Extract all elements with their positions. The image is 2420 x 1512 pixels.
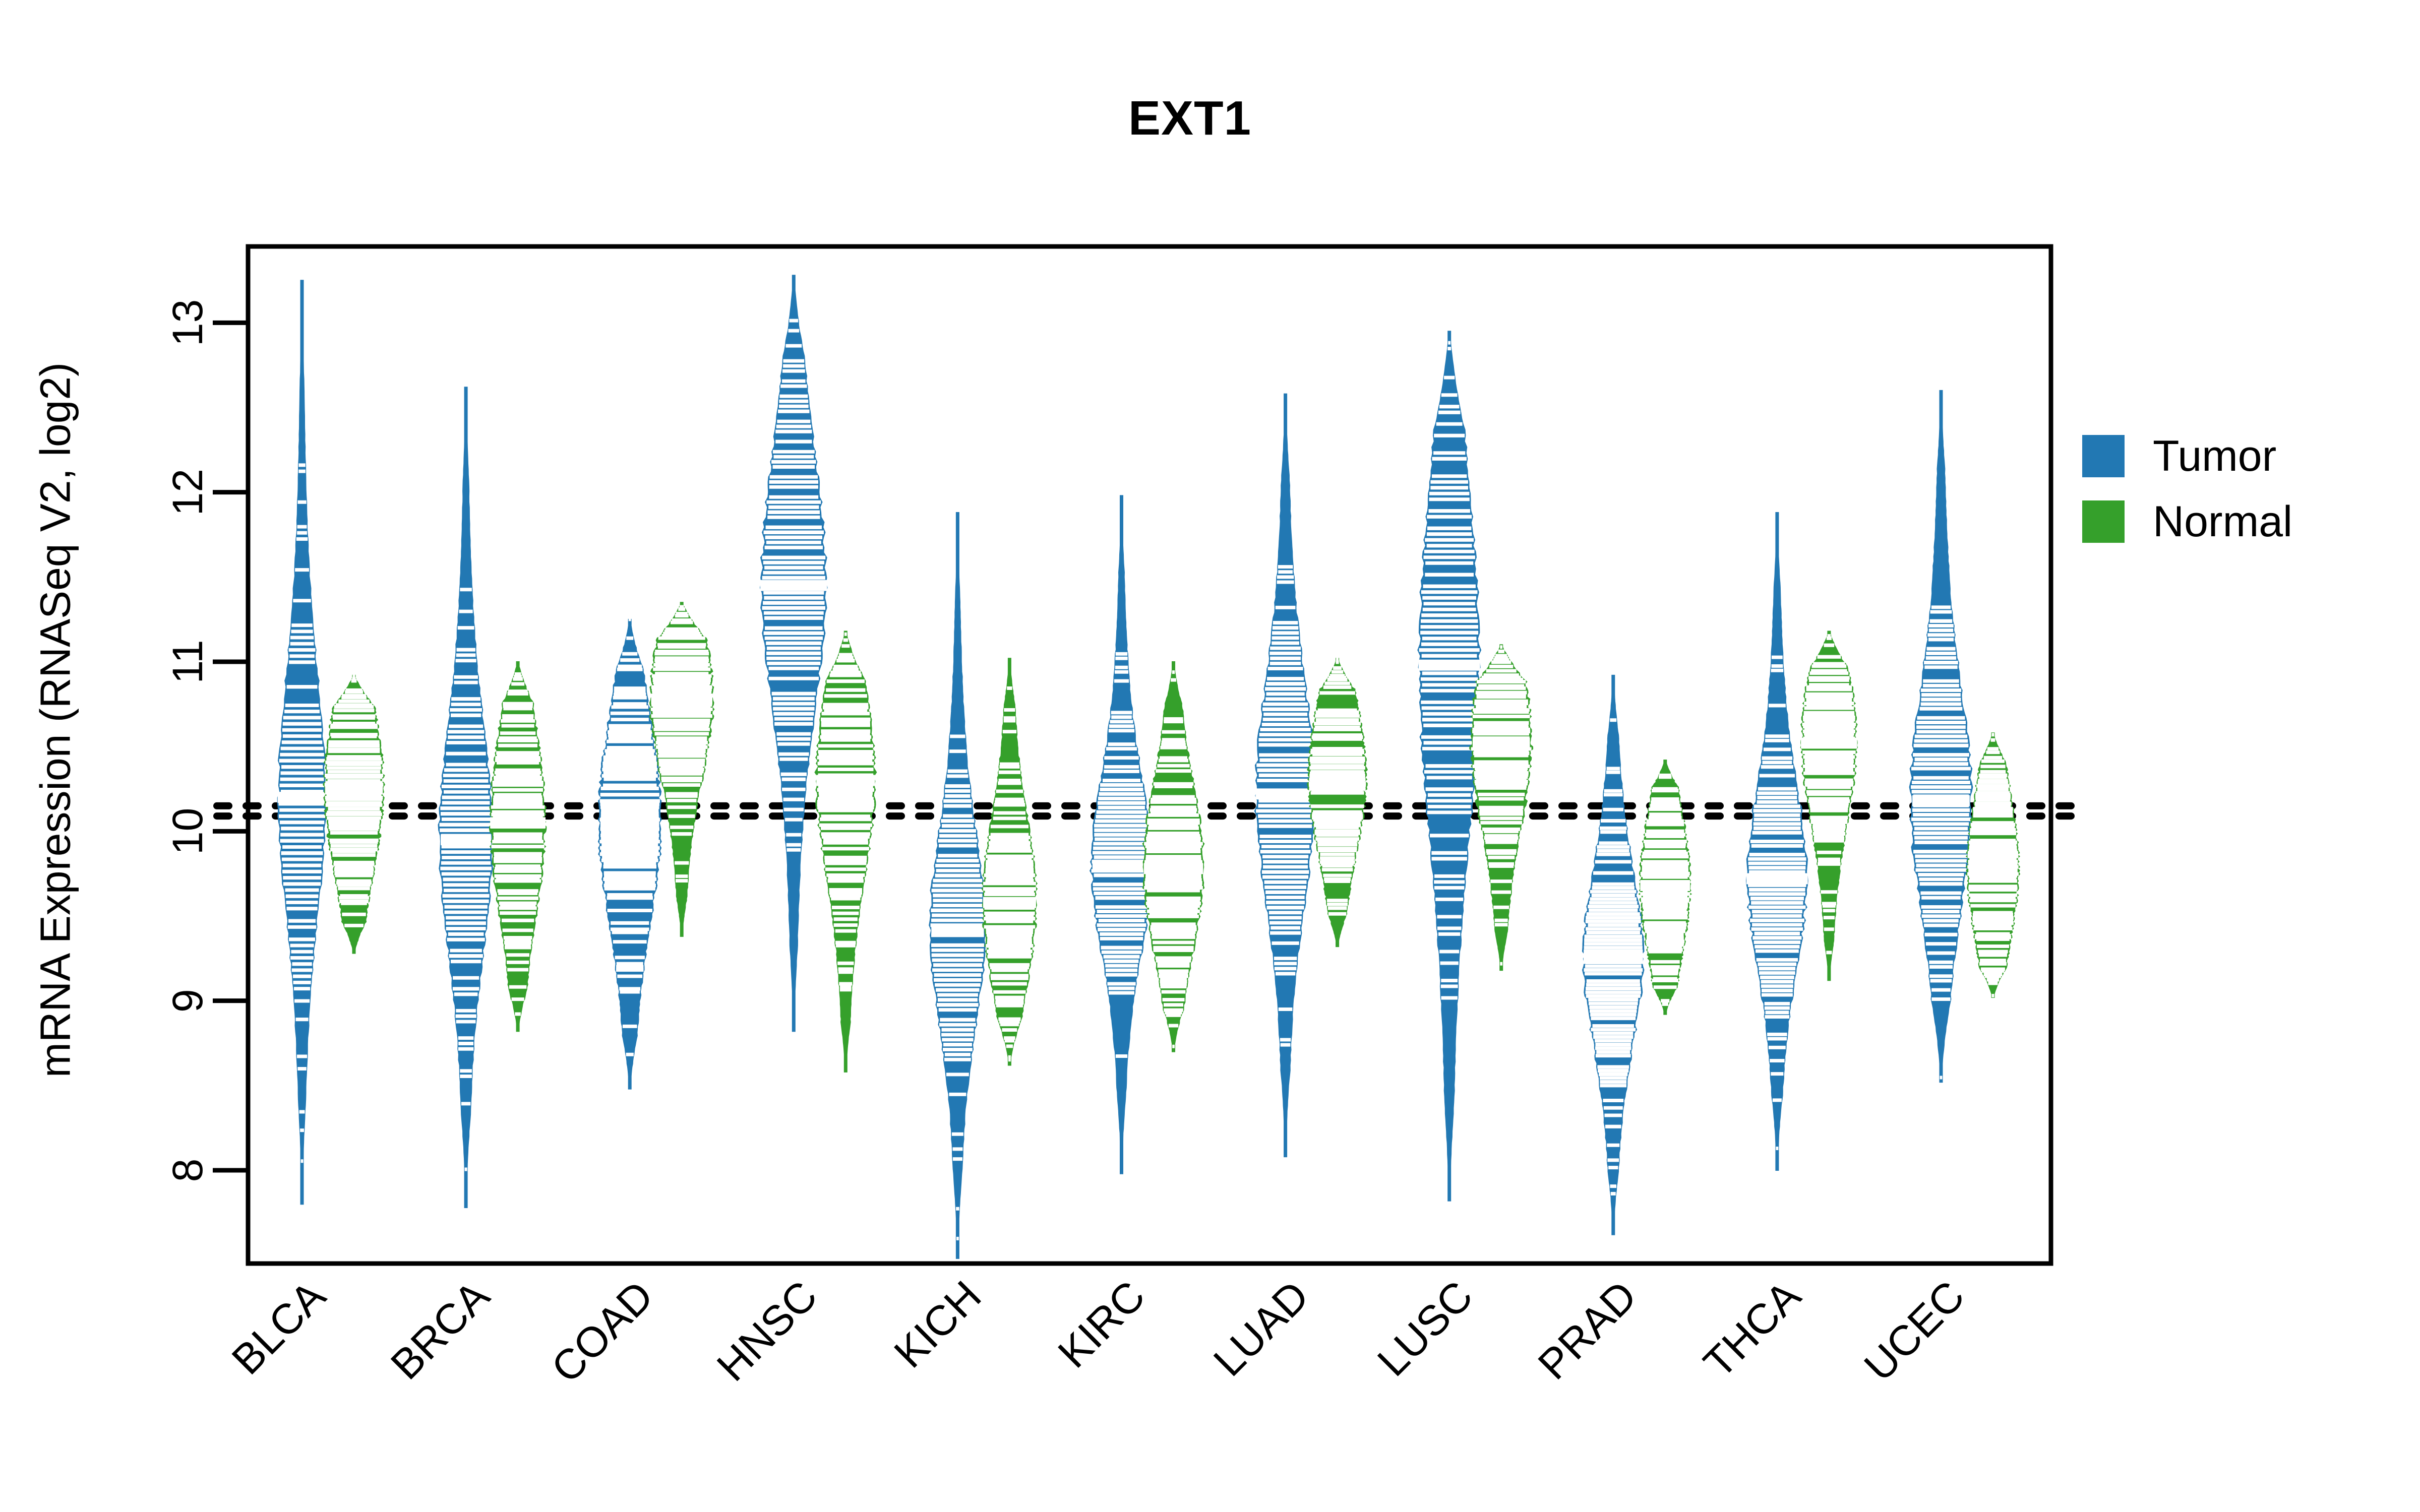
violin-normal-luad[interactable] [1307,656,1368,948]
violin-tumor-prad[interactable] [1582,674,1645,1235]
violin-tumor-blca[interactable] [277,280,327,1205]
x-axis: BLCA BRCA COAD HNSC KICH KIRC LUAD LUSC PRAD THCA… [223,1272,1974,1392]
y-tick-label: 8 [164,1159,211,1182]
violin-normal-kich[interactable] [981,658,1038,1066]
legend-item-normal[interactable]: Normal [2082,489,2292,554]
y-tick-label: 9 [164,989,211,1013]
legend-item-tumor[interactable]: Tumor [2082,423,2292,489]
x-tick-label-thca: THCA [1695,1272,1809,1387]
x-tick-label-hnsc: HNSC [708,1272,826,1390]
violin-normal-hnsc[interactable] [814,631,877,1073]
x-tick-label-brca: BRCA [382,1272,499,1389]
legend-swatch-normal [2082,500,2125,543]
y-tick-label: 13 [164,299,211,346]
x-tick-label-kich: KICH [885,1272,990,1376]
violin-tumor-kirc[interactable] [1089,495,1154,1174]
sample-rug [1802,634,1856,955]
violin-tumor-luad[interactable] [1254,393,1317,1158]
violin-normal-thca[interactable] [1800,631,1858,981]
x-tick-label-prad: PRAD [1529,1272,1646,1389]
y-tick-label: 10 [164,808,211,855]
x-tick-label-ucec: UCEC [1855,1272,1973,1390]
x-tick-label-blca: BLCA [223,1272,335,1383]
violin-plot-canvas: 8 9 10 11 12 13 BLCA BRCA COAD HNSC KICH KIRC LUAD LU… [164,244,2086,1392]
legend-swatch-tumor [2082,435,2125,477]
violin-tumor-brca[interactable] [438,387,494,1208]
y-tick-label: 12 [164,469,211,516]
legend-label-tumor: Tumor [2153,432,2277,480]
chart-legend: Tumor Normal [2082,423,2292,554]
x-tick-label-coad: COAD [542,1272,662,1392]
x-tick-label-lusc: LUSC [1368,1272,1482,1385]
violin-normal-kirc[interactable] [1142,661,1205,1052]
x-tick-label-luad: LUAD [1204,1272,1318,1385]
y-tick-label: 11 [164,640,211,683]
sample-rug [1256,565,1315,1047]
violin-tumor-ucec[interactable] [1909,390,1973,1083]
violin-normal-prad[interactable] [1638,760,1692,1015]
violin-tumor-kich[interactable] [929,512,987,1259]
legend-label-normal: Normal [2153,497,2293,546]
violin-normal-ucec[interactable] [1965,732,2021,998]
y-axis: 8 9 10 11 12 13 [164,299,248,1182]
violin-normal-coad[interactable] [648,602,715,937]
violin-normal-blca[interactable] [323,673,386,954]
violin-tumor-thca[interactable] [1745,512,1808,1171]
violin-normal-lusc[interactable] [1469,644,1534,971]
x-tick-label-kirc: KIRC [1049,1272,1154,1376]
violin-normal-brca[interactable] [489,661,547,1032]
violin-tumor-hnsc[interactable] [759,275,828,1032]
chart-root: EXT1 mRNA Expression (RNASeq V2, log2) 8… [0,0,2420,1512]
